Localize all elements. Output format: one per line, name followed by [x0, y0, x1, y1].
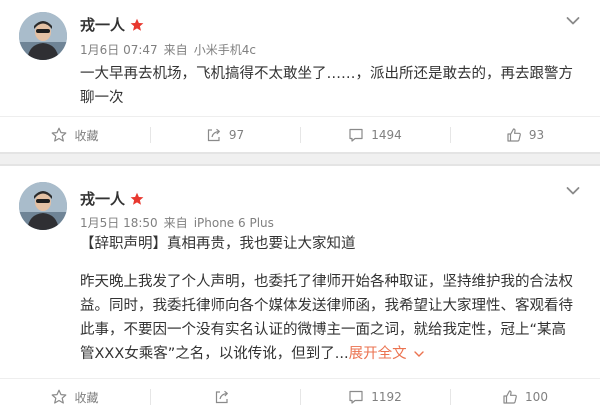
post-date[interactable]: 1月6日 07:47 — [80, 43, 158, 57]
post-text: 一大早再去机场，飞机搞得不太敢坐了……，派出所还是敢去的，再去跟警方聊一次 — [80, 66, 573, 106]
post-content: 一大早再去机场，飞机搞得不太敢坐了……，派出所还是敢去的，再去跟警方聊一次 — [80, 62, 580, 110]
comment-count: 1192 — [371, 390, 402, 404]
favorite-button[interactable]: 收藏 — [0, 117, 150, 153]
weibo-post-1: 戎一人 1月6日 07:47 来自 小米手机4c 一大早再去机场，飞机搞得不太敢坐了… — [0, 0, 600, 152]
via-label: 来自 — [163, 216, 188, 230]
comment-icon — [349, 128, 363, 142]
repost-count: 97 — [228, 128, 245, 142]
like-count: 100 — [525, 390, 548, 404]
author-name[interactable]: 戎一人 — [80, 188, 125, 209]
comment-count: 1494 — [371, 128, 402, 142]
post-meta: 1月6日 07:47 来自 小米手机4c — [80, 41, 256, 58]
post-meta: 1月5日 18:50 来自 iPhone 6 Plus — [80, 214, 274, 231]
chevron-down-icon — [414, 351, 424, 357]
like-button[interactable]: 100 — [450, 379, 600, 415]
repost-button[interactable]: 97 — [150, 117, 300, 153]
post-body: 昨天晚上我发了个人声明，也委托了律师开始各种取证，坚持维护我的合法权益。同时，我… — [80, 270, 580, 366]
avatar[interactable] — [19, 182, 67, 230]
vip-star-icon — [130, 18, 144, 31]
action-bar: 收藏 97 1494 93 — [0, 116, 600, 153]
expand-label: 展开全文 — [348, 346, 407, 362]
thumb-up-icon — [503, 390, 517, 404]
device-source[interactable]: 小米手机4c — [194, 43, 256, 57]
like-count: 93 — [528, 128, 545, 142]
feed-divider — [0, 152, 600, 166]
action-bar: 收藏 1192 100 — [0, 378, 600, 415]
post-date[interactable]: 1月5日 18:50 — [80, 216, 158, 230]
avatar[interactable] — [19, 12, 67, 60]
favorite-label: 收藏 — [74, 128, 99, 143]
favorite-button[interactable]: 收藏 — [0, 379, 150, 415]
avatar-photo — [19, 12, 67, 60]
chevron-down-icon[interactable] — [566, 186, 580, 196]
comment-button[interactable]: 1192 — [300, 379, 450, 415]
favorite-label: 收藏 — [74, 390, 99, 405]
device-source[interactable]: iPhone 6 Plus — [194, 216, 274, 230]
thumb-up-icon — [507, 128, 521, 142]
repost-button[interactable] — [150, 379, 300, 415]
share-icon — [215, 390, 228, 404]
star-icon — [52, 127, 67, 142]
share-icon — [207, 128, 220, 142]
comment-button[interactable]: 1494 — [300, 117, 450, 153]
star-icon — [52, 389, 67, 404]
expand-full-text-link[interactable]: 展开全文 — [349, 346, 425, 362]
post-headline: 【辞职声明】真相再贵，我也要让大家知道 — [80, 236, 356, 252]
like-button[interactable]: 93 — [450, 117, 600, 153]
post-body-text: 昨天晚上我发了个人声明，也委托了律师开始各种取证，坚持维护我的合法权益。同时，我… — [80, 274, 573, 362]
post-content: 【辞职声明】真相再贵，我也要让大家知道 昨天晚上我发了个人声明，也委托了律师开始… — [80, 232, 580, 366]
author-name[interactable]: 戎一人 — [80, 14, 125, 35]
avatar-photo — [19, 182, 67, 230]
weibo-post-2: 戎一人 1月5日 18:50 来自 iPhone 6 Plus 【辞职声明】真相再贵… — [0, 166, 600, 408]
comment-icon — [349, 390, 363, 404]
vip-star-icon — [130, 192, 144, 205]
chevron-down-icon[interactable] — [566, 16, 580, 26]
via-label: 来自 — [163, 43, 188, 57]
